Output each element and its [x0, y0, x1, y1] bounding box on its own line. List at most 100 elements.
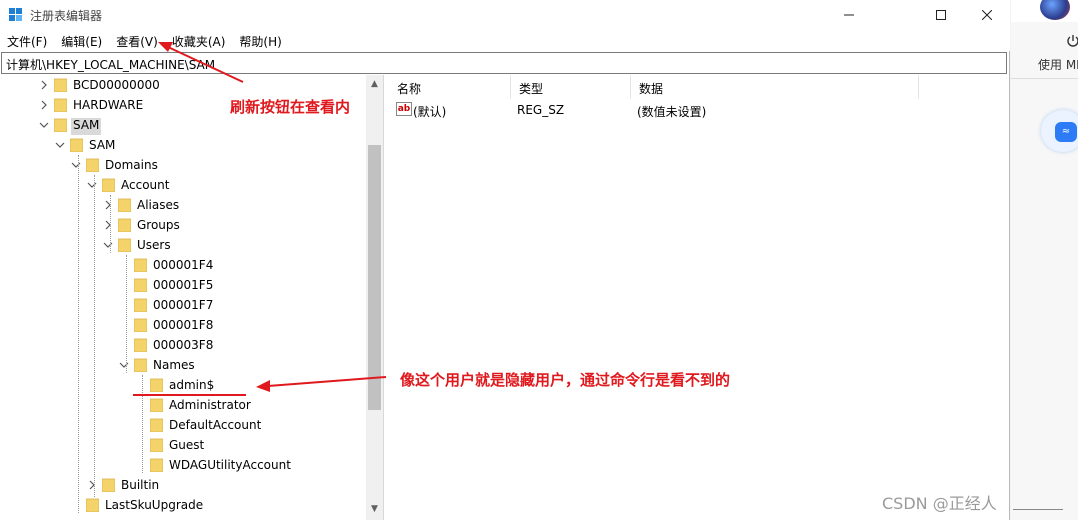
tree-guide-line — [142, 375, 143, 473]
power-icon[interactable] — [1066, 34, 1078, 48]
annotation-hidden-user: 像这个用户就是隐藏用户，通过命令行是看不到的 — [400, 371, 731, 389]
tree-item[interactable]: BCD00000000 — [0, 75, 366, 95]
column-type-header[interactable]: 类型 — [511, 75, 631, 99]
folder-icon — [150, 438, 163, 452]
folder-icon — [54, 98, 67, 112]
side-label[interactable]: 使用 MI — [1038, 56, 1078, 73]
chevron-down-icon[interactable] — [38, 119, 50, 131]
chevron-down-icon[interactable] — [54, 139, 66, 151]
tree-item[interactable]: Guest — [0, 435, 366, 455]
tree-item-label: 000001F7 — [153, 298, 214, 312]
tree-item[interactable]: SAM — [0, 135, 366, 155]
tree-item-label: LastSkuUpgrade — [105, 498, 204, 512]
tree-item[interactable]: LastSkuUpgrade — [0, 495, 366, 515]
minimize-icon — [844, 14, 854, 16]
tree-item[interactable]: Aliases — [0, 195, 366, 215]
list-item[interactable]: ab (默认) REG_SZ (数值未设置) — [389, 100, 1007, 120]
menu-view[interactable]: 查看(V) — [109, 30, 165, 51]
tree-item-label: Administrator — [169, 398, 251, 412]
close-button[interactable] — [964, 0, 1010, 30]
string-value-icon: ab — [396, 102, 412, 116]
folder-icon — [134, 278, 147, 292]
regedit-app-icon — [9, 8, 22, 21]
folder-icon — [118, 238, 131, 252]
folder-icon — [86, 498, 99, 512]
folder-icon — [54, 78, 67, 92]
chevron-right-icon[interactable] — [102, 219, 114, 231]
tree-guide-line — [78, 155, 79, 513]
folder-icon — [134, 358, 147, 372]
scroll-up-arrow-icon[interactable]: ▲ — [366, 75, 383, 92]
folder-icon — [54, 118, 67, 132]
list-header: 名称 类型 数据 — [389, 75, 1007, 99]
tree-item-label: SAM — [89, 138, 116, 152]
tree-item[interactable]: WDAGUtilityAccount — [0, 455, 366, 475]
tree-item-label: admin$ — [169, 378, 215, 392]
chevron-down-icon[interactable] — [118, 359, 130, 371]
watermark: CSDN @正经人 — [882, 494, 997, 513]
maximize-icon — [936, 10, 946, 20]
tree-item[interactable]: 000001F8 — [0, 315, 366, 335]
tree-item-label: Users — [137, 238, 171, 252]
tree-item-label: 000003F8 — [153, 338, 214, 352]
tree-item[interactable]: SAM — [0, 115, 366, 135]
tree-item-label: HARDWARE — [73, 98, 144, 112]
folder-icon — [150, 458, 163, 472]
title-bar: 注册表编辑器 — [0, 0, 1010, 30]
tree-item-label: WDAGUtilityAccount — [169, 458, 291, 472]
column-name-header[interactable]: 名称 — [389, 75, 511, 99]
tree-item[interactable]: admin$ — [0, 375, 366, 395]
maximize-button[interactable] — [918, 0, 964, 30]
chevron-down-icon[interactable] — [70, 159, 82, 171]
tree-item-label: Account — [121, 178, 170, 192]
tree-guide-line — [110, 195, 111, 253]
menu-file[interactable]: 文件(F) — [0, 30, 54, 51]
folder-icon — [86, 158, 99, 172]
tree-item[interactable]: DefaultAccount — [0, 415, 366, 435]
folder-icon — [102, 478, 115, 492]
chevron-right-icon[interactable] — [102, 199, 114, 211]
menu-edit[interactable]: 编辑(E) — [54, 30, 109, 51]
column-data-header[interactable]: 数据 — [631, 75, 919, 99]
tree-scrollbar-thumb[interactable] — [368, 145, 381, 410]
tree-item-label: Builtin — [121, 478, 160, 492]
tree-guide-line — [94, 175, 95, 497]
annotation-refresh: 刷新按钮在查看内 — [230, 98, 351, 116]
tree-item[interactable]: 000003F8 — [0, 335, 366, 355]
tree-item[interactable]: Account — [0, 175, 366, 195]
folder-icon — [150, 418, 163, 432]
folder-icon — [134, 298, 147, 312]
folder-icon — [70, 138, 83, 152]
close-icon — [982, 10, 992, 20]
tree-item[interactable]: Users — [0, 235, 366, 255]
chevron-right-icon[interactable] — [86, 479, 98, 491]
side-app-panel: 使用 MI ≈ — [1011, 0, 1078, 520]
folder-icon — [150, 378, 163, 392]
tree-item[interactable]: Builtin — [0, 475, 366, 495]
menu-bar: 文件(F) 编辑(E) 查看(V) 收藏夹(A) 帮助(H) — [0, 30, 1010, 51]
tree-item[interactable]: 000001F5 — [0, 275, 366, 295]
folder-icon — [118, 198, 131, 212]
value-name: (默认) — [413, 105, 447, 119]
tree-item[interactable]: Administrator — [0, 395, 366, 415]
tree-item[interactable]: 000001F7 — [0, 295, 366, 315]
menu-favorites[interactable]: 收藏夹(A) — [165, 30, 233, 51]
scroll-down-arrow-icon[interactable]: ▼ — [366, 500, 383, 517]
chevron-down-icon[interactable] — [86, 179, 98, 191]
tree-item-label: 000001F5 — [153, 278, 214, 292]
tree-item-label: Names — [153, 358, 195, 372]
menu-help[interactable]: 帮助(H) — [232, 30, 288, 51]
value-type: REG_SZ — [517, 103, 565, 117]
chevron-down-icon[interactable] — [102, 239, 114, 251]
chevron-right-icon[interactable] — [38, 79, 50, 91]
minimize-button[interactable] — [826, 0, 872, 30]
key-tree: BCD00000000 HARDWARE SAM SAM Domains Account A… — [0, 75, 384, 520]
tree-item[interactable]: Names — [0, 355, 366, 375]
tree-item[interactable]: Groups — [0, 215, 366, 235]
address-bar[interactable]: 计算机\HKEY_LOCAL_MACHINE\SAM — [1, 52, 1007, 74]
tree-item[interactable]: Domains — [0, 155, 366, 175]
watermark-underline — [1013, 509, 1063, 510]
tree-item[interactable]: 000001F4 — [0, 255, 366, 275]
tree-item-label: Domains — [105, 158, 158, 172]
chevron-right-icon[interactable] — [38, 99, 50, 111]
